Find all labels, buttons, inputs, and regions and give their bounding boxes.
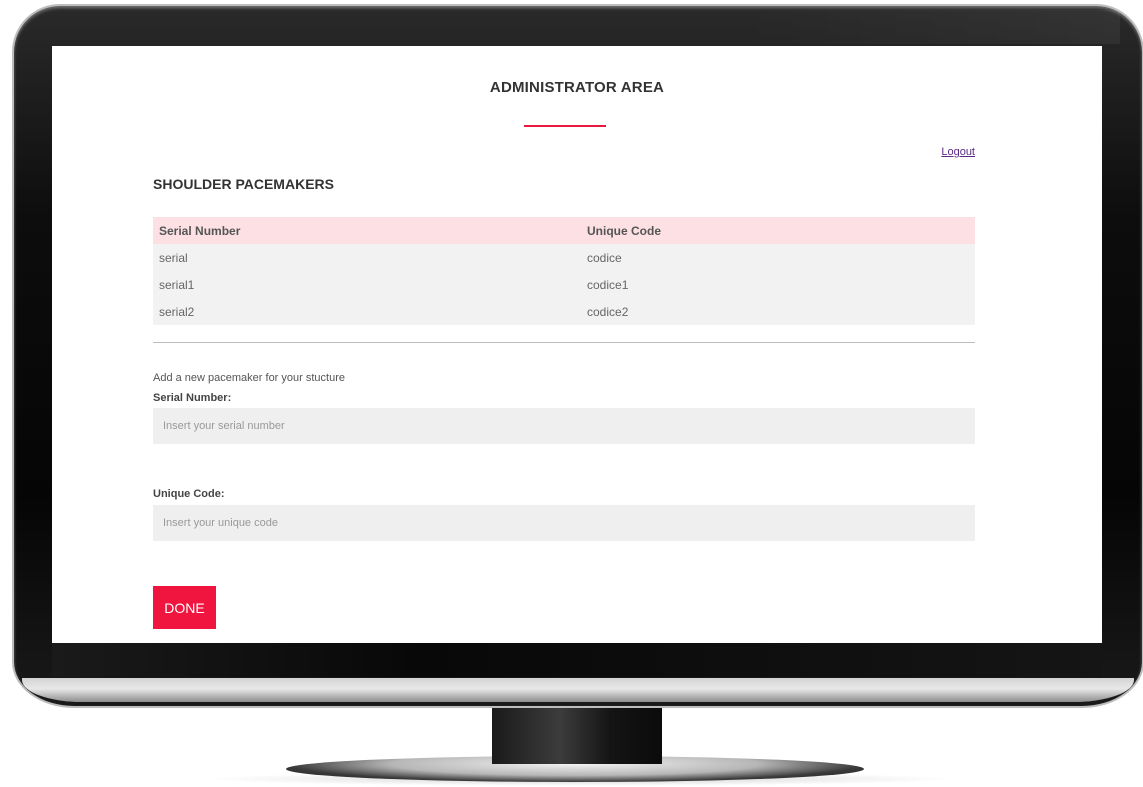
- desktop-stage: ADMINISTRATOR AREA Logout SHOULDER PACEM…: [0, 0, 1143, 787]
- cell-serial-number: serial2: [153, 298, 581, 325]
- monitor-chin: [52, 643, 1102, 677]
- table-row: serial1 codice1: [153, 271, 975, 298]
- page-title: ADMINISTRATOR AREA: [489, 79, 665, 96]
- column-header-unique-code: Unique Code: [581, 217, 975, 244]
- pacemakers-table: Serial Number Unique Code serial codice …: [153, 217, 975, 325]
- serial-number-input[interactable]: [153, 408, 975, 444]
- title-underline: [524, 125, 606, 127]
- monitor-gloss: [740, 10, 1120, 44]
- table-row: serial codice: [153, 244, 975, 271]
- serial-number-label: Serial Number:: [153, 392, 232, 404]
- cell-unique-code: codice: [581, 244, 975, 271]
- table-header-row: Serial Number Unique Code: [153, 217, 975, 244]
- section-title: SHOULDER PACEMAKERS: [153, 176, 334, 192]
- monitor-screen: ADMINISTRATOR AREA Logout SHOULDER PACEM…: [52, 46, 1102, 643]
- section-divider: [153, 342, 975, 343]
- unique-code-input[interactable]: [153, 505, 975, 541]
- column-header-serial-number: Serial Number: [153, 217, 581, 244]
- cell-unique-code: codice2: [581, 298, 975, 325]
- cell-serial-number: serial: [153, 244, 581, 271]
- logout-link[interactable]: Logout: [941, 146, 975, 158]
- unique-code-label: Unique Code:: [153, 488, 225, 500]
- add-pacemaker-intro: Add a new pacemaker for your stucture: [153, 372, 345, 384]
- cell-serial-number: serial1: [153, 271, 581, 298]
- cell-unique-code: codice1: [581, 271, 975, 298]
- done-button[interactable]: DONE: [153, 586, 216, 629]
- monitor-stand-neck: [492, 706, 662, 764]
- table-row: serial2 codice2: [153, 298, 975, 325]
- monitor-chrome-edge: [22, 678, 1134, 702]
